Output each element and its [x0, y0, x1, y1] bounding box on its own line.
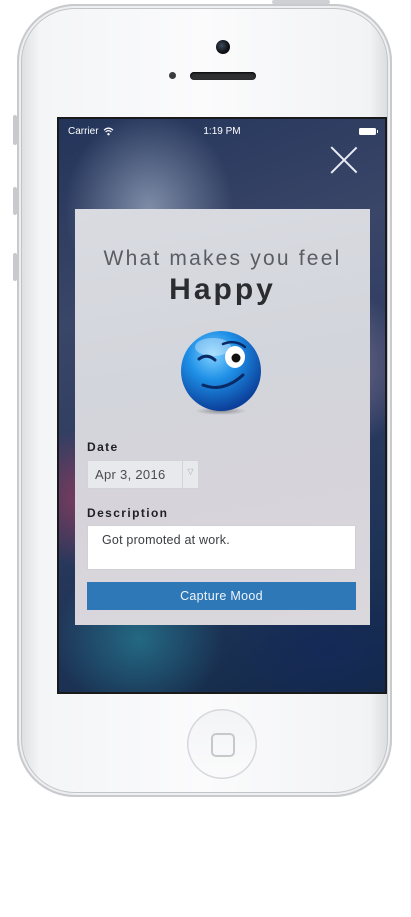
description-label: Description: [87, 506, 169, 520]
date-select[interactable]: Apr 3, 2016 ▽: [87, 460, 199, 489]
date-value: Apr 3, 2016: [95, 467, 166, 482]
mood-title: Happy: [169, 273, 276, 306]
power-button: [272, 0, 330, 4]
description-field[interactable]: Got promoted at work.: [87, 525, 356, 570]
mood-card: What makes you feel Happy Date Apr 3, 20…: [75, 209, 370, 625]
volume-up-button: [13, 187, 17, 215]
proximity-sensor: [169, 72, 176, 79]
battery-icon: [359, 128, 378, 135]
date-label: Date: [87, 440, 119, 454]
capture-mood-button[interactable]: Capture Mood: [87, 582, 356, 610]
winking-smiley-icon: [181, 331, 261, 415]
home-square-icon: [211, 733, 235, 757]
status-bar: Carrier 1:19 PM: [59, 119, 385, 139]
earpiece-speaker: [190, 72, 256, 80]
mute-switch: [13, 115, 17, 145]
close-icon[interactable]: [330, 146, 358, 174]
front-camera-icon: [216, 40, 230, 54]
status-time: 1:19 PM: [203, 126, 241, 137]
screen: Carrier 1:19 PM What makes you feel Happ…: [57, 117, 387, 694]
card-heading: What makes you feel: [103, 247, 342, 270]
chevron-down-icon: ▽: [182, 461, 198, 488]
home-button[interactable]: [187, 709, 257, 779]
phone-frame: Carrier 1:19 PM What makes you feel Happ…: [17, 4, 392, 797]
volume-down-button: [13, 253, 17, 281]
